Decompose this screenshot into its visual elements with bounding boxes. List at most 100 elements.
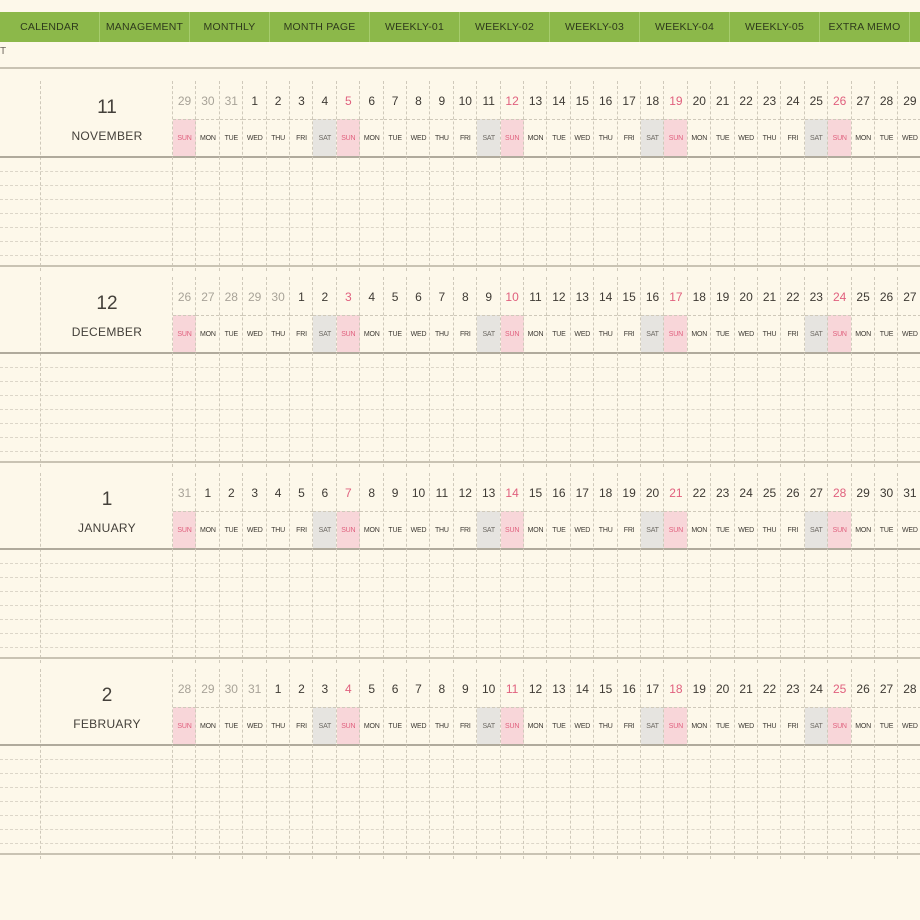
day-column[interactable]: 8 MON <box>359 473 384 663</box>
day-column[interactable]: 29 WED <box>242 277 267 467</box>
day-column[interactable]: 15 MON <box>523 473 547 663</box>
day-column[interactable]: 18 MON <box>686 277 711 467</box>
day-column[interactable]: 6 SAT <box>312 473 337 663</box>
day-column[interactable]: 17 FRI <box>616 81 641 271</box>
day-column[interactable]: 6 TUE <box>382 669 407 859</box>
day-column[interactable]: 19 MON <box>686 669 711 859</box>
day-column[interactable]: 22 MON <box>686 473 711 663</box>
tab-weekly-01[interactable]: WEEKLY-01 <box>370 12 460 42</box>
day-column[interactable]: 8 THU <box>429 669 454 859</box>
day-column[interactable]: 1 WED <box>242 81 267 271</box>
day-column[interactable]: 27 TUE <box>874 669 898 859</box>
day-column[interactable]: 10 FRI <box>452 81 477 271</box>
day-column[interactable]: 11 THU <box>429 473 454 663</box>
day-column[interactable]: 31 WED <box>897 473 920 663</box>
day-column[interactable]: 20 TUE <box>710 669 735 859</box>
day-column[interactable]: 5 TUE <box>382 277 407 467</box>
day-column[interactable]: 5 MON <box>359 669 384 859</box>
day-column[interactable]: 1 MON <box>195 473 220 663</box>
day-column[interactable]: 23 FRI <box>780 669 805 859</box>
day-column[interactable]: 20 MON <box>686 81 711 271</box>
day-column[interactable]: 10 SAT <box>476 669 501 859</box>
day-column[interactable]: 28 SUN <box>827 473 852 663</box>
day-column[interactable]: 25 MON <box>850 277 875 467</box>
day-column[interactable]: 15 WED <box>569 81 594 271</box>
day-column[interactable]: 24 SAT <box>803 669 828 859</box>
day-column[interactable]: 6 WED <box>406 277 430 467</box>
tab-monthly[interactable]: MONTHLY <box>190 12 270 42</box>
day-column[interactable]: 7 THU <box>429 277 454 467</box>
day-column[interactable]: 11 MON <box>523 277 547 467</box>
day-column[interactable]: 26 SUN <box>172 277 196 467</box>
day-column[interactable]: 15 FRI <box>616 277 641 467</box>
day-column[interactable]: 21 WED <box>733 669 758 859</box>
day-column[interactable]: 26 SUN <box>827 81 852 271</box>
day-column[interactable]: 17 SAT <box>640 669 664 859</box>
day-column[interactable]: 9 SAT <box>476 277 501 467</box>
day-column[interactable]: 28 TUE <box>218 277 243 467</box>
day-column[interactable]: 30 THU <box>265 277 290 467</box>
day-column[interactable]: 4 MON <box>359 277 384 467</box>
day-column[interactable]: 17 WED <box>569 473 594 663</box>
day-column[interactable]: 21 SUN <box>663 473 688 663</box>
day-column[interactable]: 9 TUE <box>382 473 407 663</box>
day-column[interactable]: 16 TUE <box>546 473 571 663</box>
tab-calendar[interactable]: CALENDAR <box>0 12 100 42</box>
day-column[interactable]: 16 THU <box>593 81 618 271</box>
day-column[interactable]: 19 SUN <box>663 81 688 271</box>
day-column[interactable]: 12 SUN <box>499 81 524 271</box>
day-column[interactable]: 3 FRI <box>289 81 313 271</box>
tab-management[interactable]: MANAGEMENT <box>100 12 190 42</box>
day-column[interactable]: 14 THU <box>593 277 618 467</box>
day-column[interactable]: 12 MON <box>523 669 547 859</box>
day-column[interactable]: 24 FRI <box>780 81 805 271</box>
day-column[interactable]: 25 THU <box>757 473 781 663</box>
day-column[interactable]: 29 MON <box>850 473 875 663</box>
day-column[interactable]: 4 THU <box>265 473 290 663</box>
tab-month-page[interactable]: MONTH PAGE <box>270 12 370 42</box>
day-column[interactable]: 9 FRI <box>452 669 477 859</box>
day-column[interactable]: 29 WED <box>897 81 920 271</box>
day-column[interactable]: 17 SUN <box>663 277 688 467</box>
day-column[interactable]: 20 SAT <box>640 473 664 663</box>
day-column[interactable]: 2 FRI <box>289 669 313 859</box>
day-column[interactable]: 11 SUN <box>499 669 524 859</box>
day-column[interactable]: 7 SUN <box>335 473 360 663</box>
day-column[interactable]: 27 MON <box>195 277 220 467</box>
day-column[interactable]: 18 THU <box>593 473 618 663</box>
day-column[interactable]: 6 MON <box>359 81 384 271</box>
day-column[interactable]: 26 FRI <box>780 473 805 663</box>
day-column[interactable]: 13 TUE <box>546 669 571 859</box>
day-column[interactable]: 30 TUE <box>874 473 898 663</box>
day-column[interactable]: 2 SAT <box>312 277 337 467</box>
day-column[interactable]: 27 WED <box>897 277 920 467</box>
day-column[interactable]: 28 WED <box>897 669 920 859</box>
day-column[interactable]: 2 THU <box>265 81 290 271</box>
tab-weekly-03[interactable]: WEEKLY-03 <box>550 12 640 42</box>
day-column[interactable]: 14 SUN <box>499 473 524 663</box>
day-column[interactable]: 19 TUE <box>710 277 735 467</box>
day-column[interactable]: 30 MON <box>195 81 220 271</box>
day-column[interactable]: 19 FRI <box>616 473 641 663</box>
day-column[interactable]: 22 WED <box>733 81 758 271</box>
day-column[interactable]: 3 WED <box>242 473 267 663</box>
day-column[interactable]: 18 SAT <box>640 81 664 271</box>
day-column[interactable]: 4 SUN <box>335 669 360 859</box>
day-column[interactable]: 26 MON <box>850 669 875 859</box>
day-column[interactable]: 3 SUN <box>335 277 360 467</box>
day-column[interactable]: 22 THU <box>757 669 781 859</box>
day-column[interactable]: 12 FRI <box>452 473 477 663</box>
day-column[interactable]: 30 TUE <box>218 669 243 859</box>
day-column[interactable]: 3 SAT <box>312 669 337 859</box>
day-column[interactable]: 25 SAT <box>803 81 828 271</box>
day-column[interactable]: 31 TUE <box>218 81 243 271</box>
day-column[interactable]: 1 THU <box>265 669 290 859</box>
day-column[interactable]: 21 TUE <box>710 81 735 271</box>
day-column[interactable]: 13 WED <box>569 277 594 467</box>
day-column[interactable]: 28 SUN <box>172 669 196 859</box>
day-column[interactable]: 5 SUN <box>335 81 360 271</box>
tab-extra-memo[interactable]: EXTRA MEMO <box>820 12 910 42</box>
day-column[interactable]: 31 SUN <box>172 473 196 663</box>
day-column[interactable]: 9 THU <box>429 81 454 271</box>
day-column[interactable]: 14 TUE <box>546 81 571 271</box>
